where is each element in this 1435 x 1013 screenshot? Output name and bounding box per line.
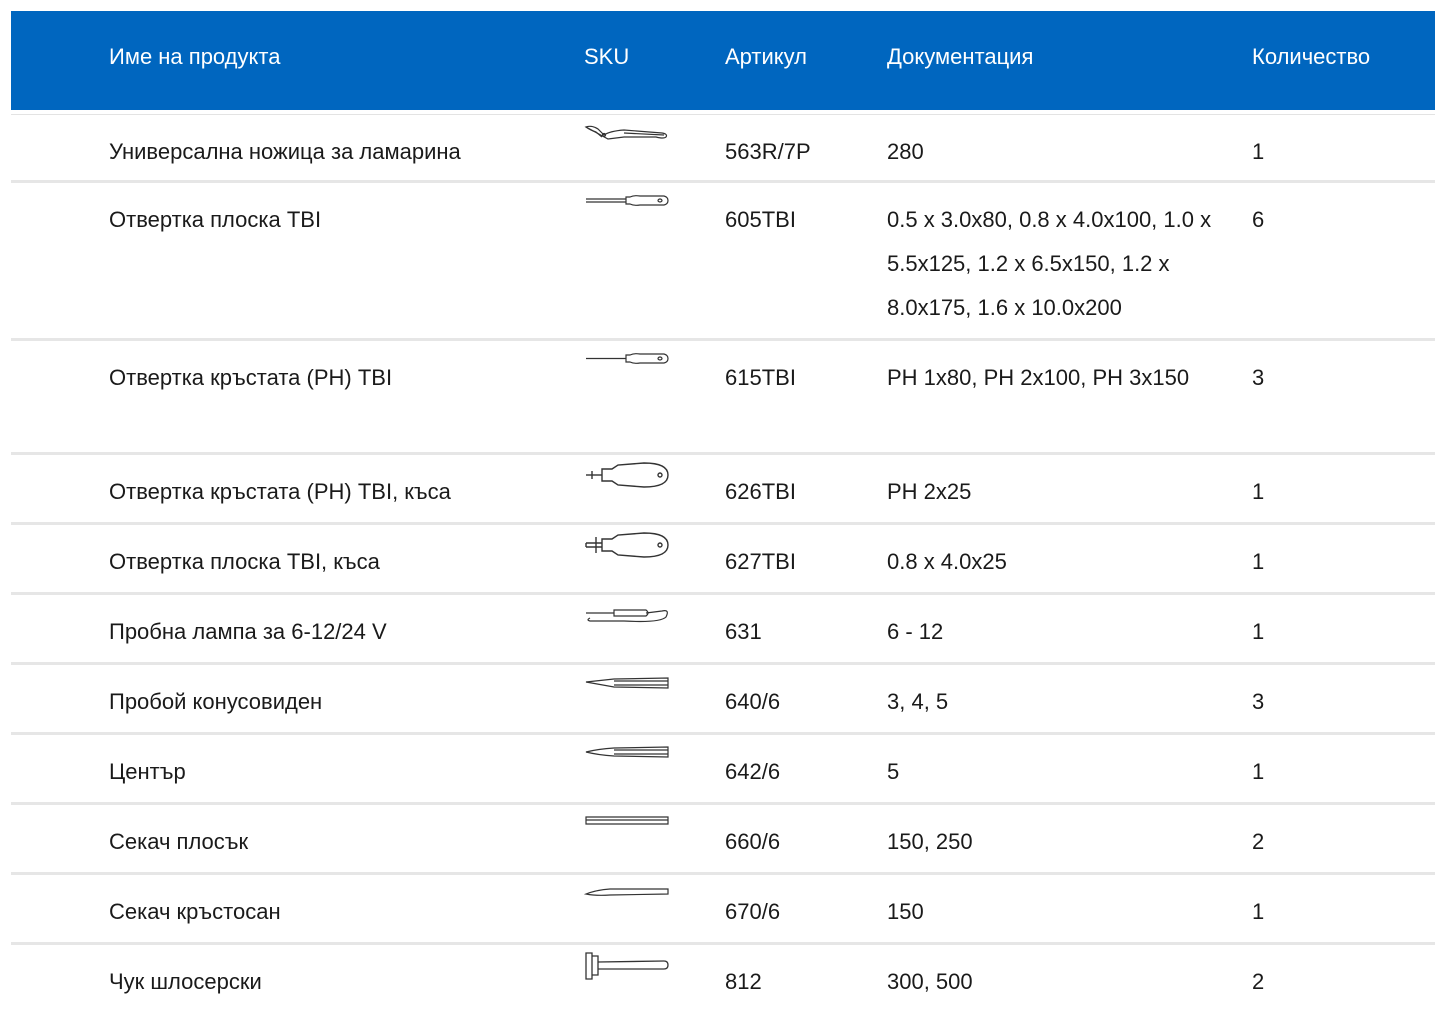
- test-lamp-icon: [584, 601, 670, 635]
- hammer-icon: [584, 951, 670, 985]
- header-documentation[interactable]: Документация: [887, 43, 1033, 71]
- table-row: Отвертка кръстата (PH) TBI, къса 626TBI …: [11, 455, 1435, 525]
- documentation: PH 2x25: [887, 479, 972, 504]
- center-punch-icon: [584, 741, 670, 775]
- product-name: Чук шлосерски: [109, 969, 262, 994]
- article-number: 627TBI: [725, 549, 796, 574]
- table-row: Секач кръстосан 670/6 150 1: [11, 875, 1435, 945]
- quantity: 1: [1252, 139, 1265, 164]
- product-name: Секач плосък: [109, 829, 249, 854]
- article-number: 615TBI: [725, 365, 796, 390]
- product-name: Отвертка плоска TBI: [109, 207, 322, 232]
- flat-chisel-icon: [584, 811, 670, 845]
- table-row: Отвертка кръстата (PH) TBI 615TBI PH 1x8…: [11, 341, 1435, 455]
- quantity: 1: [1252, 899, 1265, 924]
- table-row: Универсална ножица за ламарина 563R/7P 2…: [11, 115, 1435, 183]
- documentation: 150, 250: [887, 829, 973, 854]
- header-sku[interactable]: SKU: [584, 43, 629, 71]
- table-row: Център 642/6 5 1: [11, 735, 1435, 805]
- phillips-screwdriver-icon: [584, 347, 670, 381]
- article-number: 670/6: [725, 899, 781, 924]
- header-product-name[interactable]: Име на продукта: [109, 43, 280, 71]
- documentation: 280: [887, 139, 924, 164]
- quantity: 3: [1252, 365, 1265, 390]
- product-name: Секач кръстосан: [109, 899, 281, 924]
- article-number: 631: [725, 619, 762, 644]
- header-article[interactable]: Артикул: [725, 43, 807, 71]
- product-table: Име на продукта SKU Артикул Документация…: [11, 11, 1435, 1013]
- documentation: 0.5 x 3.0x80, 0.8 x 4.0x100, 1.0 x 5.5x1…: [887, 207, 1212, 320]
- quantity: 1: [1252, 479, 1265, 504]
- article-number: 640/6: [725, 689, 781, 714]
- cross-chisel-icon: [584, 881, 670, 915]
- quantity: 1: [1252, 549, 1265, 574]
- article-number: 642/6: [725, 759, 781, 784]
- stubby-phillips-screwdriver-icon: [584, 461, 670, 495]
- table-row: Отвертка плоска TBI, къса 627TBI 0.8 x 4…: [11, 525, 1435, 595]
- quantity: 2: [1252, 829, 1265, 854]
- product-name: Отвертка кръстата (PH) TBI: [109, 365, 393, 390]
- article-number: 626TBI: [725, 479, 796, 504]
- table-row: Пробна лампа за 6-12/24 V 631 6 - 12 1: [11, 595, 1435, 665]
- table-header: Име на продукта SKU Артикул Документация…: [11, 11, 1435, 110]
- documentation: 150: [887, 899, 924, 924]
- header-quantity[interactable]: Количество: [1252, 43, 1370, 71]
- quantity: 1: [1252, 759, 1265, 784]
- quantity: 6: [1252, 207, 1265, 232]
- product-name: Център: [109, 759, 186, 784]
- documentation: 0.8 x 4.0x25: [887, 549, 1007, 574]
- product-name: Пробой конусовиден: [109, 689, 323, 714]
- tin-snips-icon: [584, 121, 670, 155]
- article-number: 660/6: [725, 829, 781, 854]
- stubby-flat-screwdriver-icon: [584, 531, 670, 565]
- taper-punch-icon: [584, 671, 670, 705]
- quantity: 3: [1252, 689, 1265, 714]
- documentation: 6 - 12: [887, 619, 944, 644]
- table-row: Отвертка плоска TBI 605TBI 0.5 x 3.0x80,…: [11, 183, 1435, 341]
- table-row: Пробой конусовиден 640/6 3, 4, 5 3: [11, 665, 1435, 735]
- product-name: Отвертка кръстата (PH) TBI, къса: [109, 479, 451, 504]
- article-number: 812: [725, 969, 762, 994]
- product-name: Универсална ножица за ламарина: [109, 139, 461, 164]
- product-name: Пробна лампа за 6-12/24 V: [109, 619, 387, 644]
- quantity: 2: [1252, 969, 1265, 994]
- quantity: 1: [1252, 619, 1265, 644]
- documentation: 3, 4, 5: [887, 689, 949, 714]
- documentation: 300, 500: [887, 969, 973, 994]
- documentation: 5: [887, 759, 900, 784]
- documentation: PH 1x80, PH 2x100, PH 3x150: [887, 365, 1190, 390]
- table-row: Чук шлосерски 812 300, 500 2: [11, 945, 1435, 1013]
- article-number: 563R/7P: [725, 139, 811, 164]
- article-number: 605TBI: [725, 207, 796, 232]
- table-row: Секач плосък 660/6 150, 250 2: [11, 805, 1435, 875]
- flat-screwdriver-icon: [584, 189, 670, 223]
- product-name: Отвертка плоска TBI, къса: [109, 549, 380, 574]
